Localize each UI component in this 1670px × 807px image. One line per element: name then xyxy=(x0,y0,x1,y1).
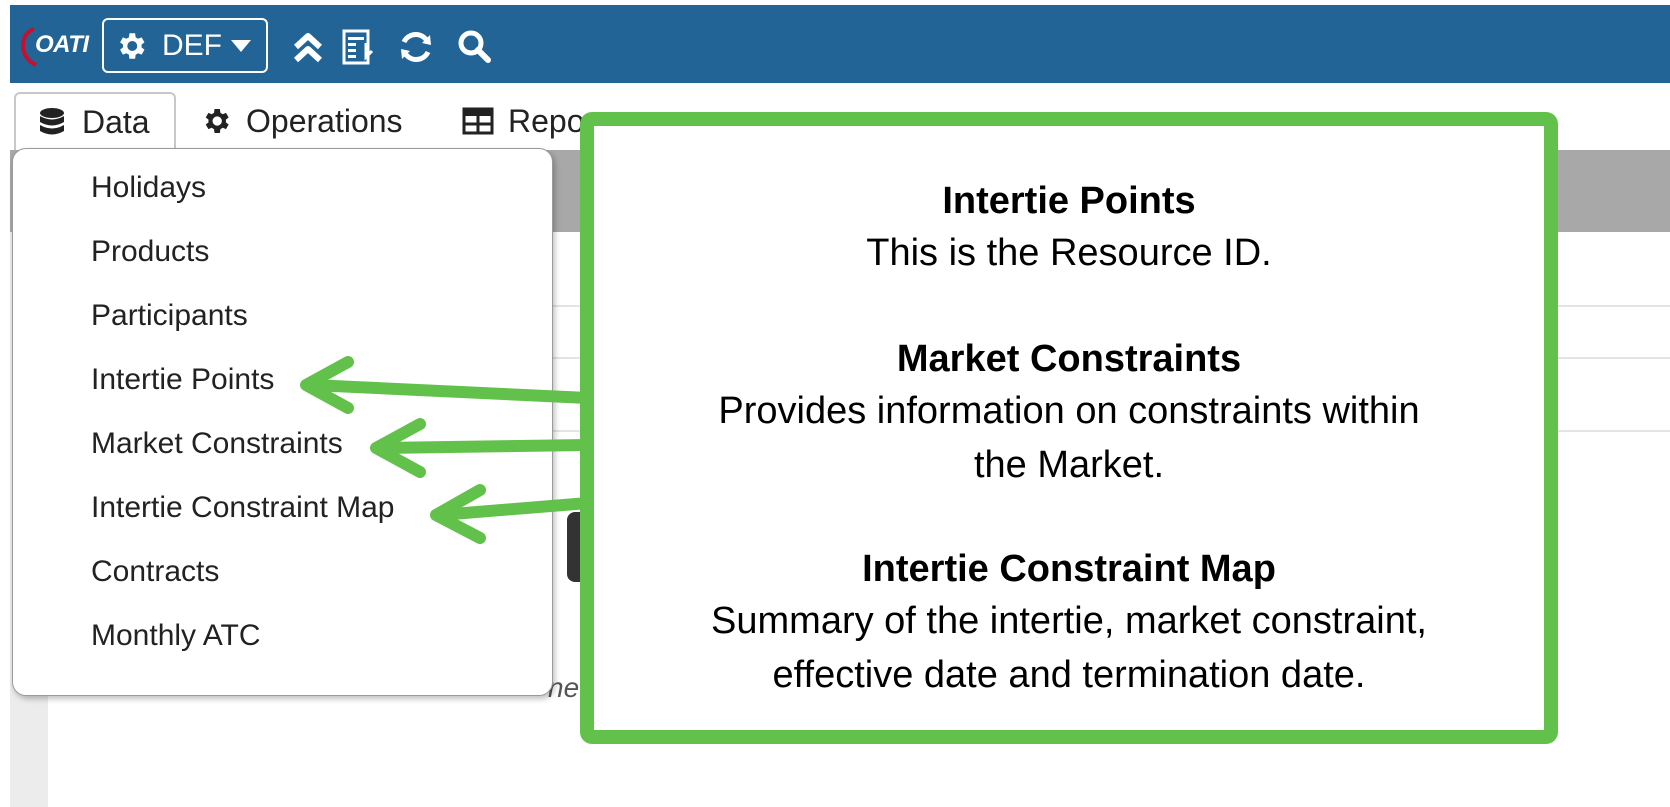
menu-item-monthly-atc[interactable]: Monthly ATC xyxy=(91,619,261,653)
callout-title: Market Constraints xyxy=(896,338,1242,380)
collapse-up-icon[interactable] xyxy=(288,27,328,67)
logo-text: OATI xyxy=(35,31,89,58)
menu-item-holidays[interactable]: Holidays xyxy=(91,171,206,205)
tab-data-label: Data xyxy=(82,103,150,140)
tab-reports-label: Repo xyxy=(508,102,585,139)
tab-reports[interactable]: Repo xyxy=(462,92,585,150)
search-icon[interactable] xyxy=(454,27,494,67)
tab-data[interactable]: Data xyxy=(14,92,176,150)
callout-desc: the Market. xyxy=(973,444,1165,486)
table-icon xyxy=(462,107,494,135)
tab-operations[interactable]: Operations xyxy=(200,92,403,150)
callout-section-intertie-constraint-map: Intertie Constraint Map Summary of the i… xyxy=(594,544,1544,702)
menu-item-intertie-points[interactable]: Intertie Points xyxy=(91,363,274,397)
refresh-icon[interactable] xyxy=(396,27,436,67)
callout-desc: Summary of the intertie, market constrai… xyxy=(711,600,1427,642)
environment-selector[interactable]: DEF xyxy=(102,18,268,73)
menu-item-products[interactable]: Products xyxy=(91,235,209,269)
callout-title: Intertie Points xyxy=(942,180,1196,222)
annotation-callout: Intertie Points This is the Resource ID.… xyxy=(580,112,1558,744)
callout-title: Intertie Constraint Map xyxy=(862,548,1276,590)
menu-item-market-constraints[interactable]: Market Constraints xyxy=(91,427,343,461)
callout-section-market-constraints: Market Constraints Provides information … xyxy=(594,334,1544,492)
environment-label: DEF xyxy=(162,28,222,62)
callout-section-intertie-points: Intertie Points This is the Resource ID. xyxy=(594,176,1544,280)
top-toolbar: OATI DEF xyxy=(10,5,1670,83)
report-icon[interactable] xyxy=(338,27,378,67)
callout-desc: Provides information on constraints with… xyxy=(718,390,1420,432)
gear-icon xyxy=(205,109,229,133)
database-icon xyxy=(40,108,64,135)
menu-item-contracts[interactable]: Contracts xyxy=(91,555,219,589)
oati-logo[interactable]: OATI xyxy=(16,23,98,69)
callout-desc: This is the Resource ID. xyxy=(866,232,1272,274)
menu-item-intertie-constraint-map[interactable]: Intertie Constraint Map xyxy=(91,491,394,525)
data-dropdown-menu: Holidays Products Participants Intertie … xyxy=(12,148,553,696)
gear-icon xyxy=(120,32,145,59)
caret-down-icon xyxy=(231,39,251,52)
menu-item-participants[interactable]: Participants xyxy=(91,299,248,333)
callout-desc: effective date and termination date. xyxy=(772,654,1366,696)
tab-operations-label: Operations xyxy=(246,102,403,139)
